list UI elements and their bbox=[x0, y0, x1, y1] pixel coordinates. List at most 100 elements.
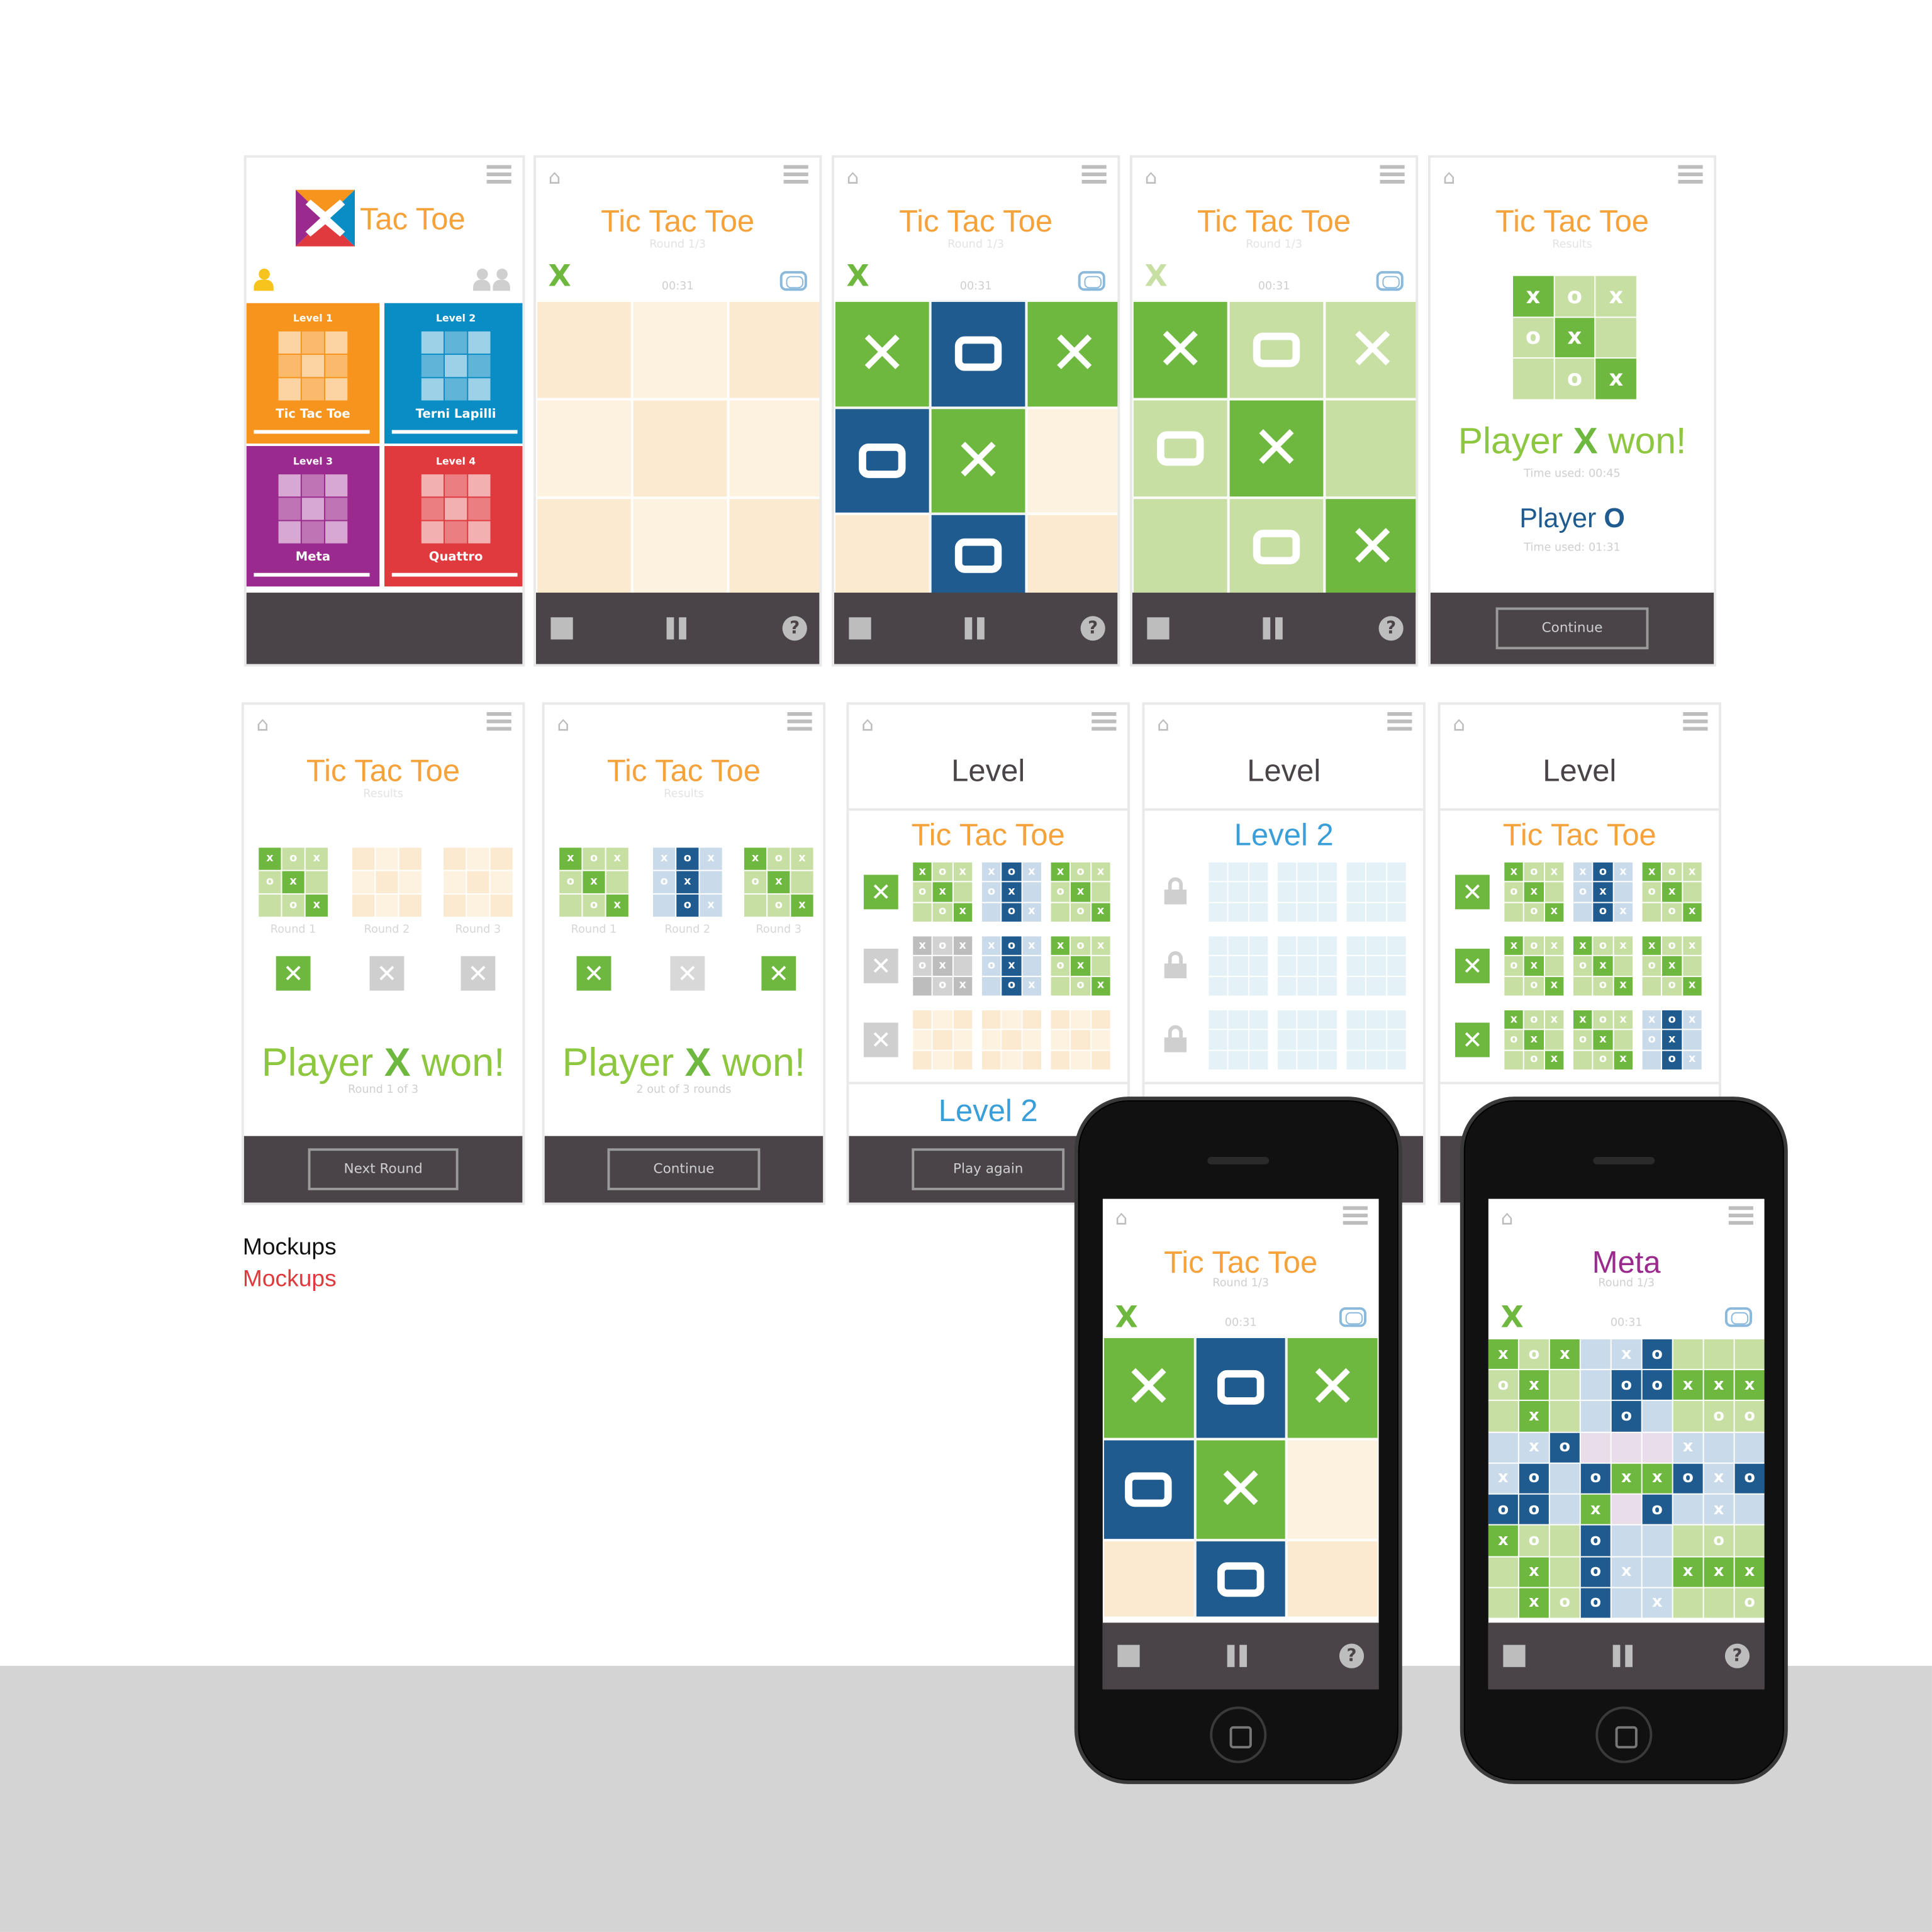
stop-icon[interactable] bbox=[849, 617, 871, 640]
meta-cell[interactable]: x bbox=[1488, 1526, 1518, 1556]
meta-cell[interactable]: o bbox=[1673, 1463, 1703, 1494]
hamburger-icon[interactable] bbox=[1343, 1206, 1368, 1226]
meta-cell[interactable]: x bbox=[1519, 1370, 1549, 1400]
home-icon[interactable]: ⌂ bbox=[256, 712, 278, 735]
hamburger-icon[interactable] bbox=[486, 712, 511, 732]
meta-cell[interactable] bbox=[1642, 1432, 1672, 1463]
meta-cell[interactable] bbox=[1704, 1432, 1734, 1463]
hamburger-icon[interactable] bbox=[486, 165, 511, 184]
home-icon[interactable]: ⌂ bbox=[861, 712, 883, 735]
home-icon[interactable]: ⌂ bbox=[1443, 165, 1465, 188]
hamburger-icon[interactable] bbox=[1387, 712, 1412, 732]
board-cell[interactable] bbox=[1026, 514, 1118, 596]
board-cell[interactable] bbox=[1102, 1438, 1195, 1541]
hamburger-icon[interactable] bbox=[1380, 165, 1405, 184]
meta-cell[interactable]: o bbox=[1519, 1494, 1549, 1525]
board-cell[interactable] bbox=[1195, 1540, 1287, 1618]
help-icon[interactable]: ? bbox=[1724, 1643, 1750, 1668]
board-cell[interactable] bbox=[930, 300, 1027, 408]
meta-cell[interactable]: x bbox=[1519, 1556, 1549, 1587]
meta-cell[interactable]: x bbox=[1580, 1494, 1611, 1525]
pause-icon[interactable] bbox=[1263, 617, 1283, 640]
home-icon[interactable]: ⌂ bbox=[1453, 712, 1475, 735]
level-tile[interactable]: Level 1 Tic Tac Toe bbox=[246, 303, 380, 444]
meta-cell[interactable]: x bbox=[1642, 1588, 1672, 1618]
board-cell[interactable] bbox=[632, 498, 729, 596]
board-cell[interactable]: ✕ bbox=[834, 300, 930, 408]
meta-cell[interactable]: o bbox=[1642, 1494, 1672, 1525]
board-cell[interactable] bbox=[834, 407, 930, 515]
meta-cell[interactable] bbox=[1704, 1339, 1734, 1370]
meta-cell[interactable]: o bbox=[1734, 1588, 1765, 1618]
meta-cell[interactable]: x bbox=[1704, 1494, 1734, 1525]
board-cell[interactable] bbox=[1195, 1336, 1287, 1439]
board-cell[interactable] bbox=[632, 399, 729, 498]
meta-cell[interactable] bbox=[1611, 1588, 1641, 1618]
board-cell[interactable]: ✕ bbox=[930, 407, 1027, 515]
board-cell[interactable] bbox=[1228, 300, 1325, 399]
meta-cell[interactable] bbox=[1580, 1339, 1611, 1370]
meta-cell[interactable]: x bbox=[1673, 1432, 1703, 1463]
meta-cell[interactable]: o bbox=[1519, 1339, 1549, 1370]
meta-cell[interactable]: x bbox=[1704, 1463, 1734, 1494]
meta-cell[interactable] bbox=[1611, 1526, 1641, 1556]
board-cell[interactable] bbox=[1287, 1438, 1379, 1541]
meta-cell[interactable] bbox=[1642, 1556, 1672, 1587]
camera-icon[interactable] bbox=[1078, 271, 1105, 291]
camera-icon[interactable] bbox=[1724, 1307, 1752, 1327]
board-cell[interactable] bbox=[728, 300, 820, 399]
meta-cell[interactable]: o bbox=[1488, 1370, 1518, 1400]
meta-cell[interactable]: o bbox=[1611, 1370, 1641, 1400]
board-cell[interactable] bbox=[535, 498, 632, 596]
meta-cell[interactable]: x bbox=[1673, 1556, 1703, 1587]
home-icon[interactable]: ⌂ bbox=[1144, 165, 1166, 188]
meta-cell[interactable]: o bbox=[1488, 1494, 1518, 1525]
meta-cell[interactable]: o bbox=[1550, 1588, 1580, 1618]
meta-cell[interactable] bbox=[1673, 1588, 1703, 1618]
meta-cell[interactable] bbox=[1611, 1494, 1641, 1525]
meta-cell[interactable]: o bbox=[1642, 1339, 1672, 1370]
board-cell[interactable] bbox=[1132, 399, 1229, 498]
meta-cell[interactable]: o bbox=[1611, 1401, 1641, 1432]
pause-icon[interactable] bbox=[666, 617, 686, 640]
meta-cell[interactable]: x bbox=[1488, 1463, 1518, 1494]
camera-icon[interactable] bbox=[779, 271, 807, 291]
continue-button[interactable]: Continue bbox=[607, 1148, 761, 1190]
level-tile[interactable]: Level 4 Quattro bbox=[384, 445, 523, 587]
board-cell[interactable]: ✕ bbox=[1195, 1438, 1287, 1541]
board-cell[interactable] bbox=[1026, 407, 1118, 515]
meta-cell[interactable]: o bbox=[1734, 1401, 1765, 1432]
help-icon[interactable]: ? bbox=[1339, 1643, 1365, 1668]
board-cell[interactable] bbox=[535, 399, 632, 498]
pause-icon[interactable] bbox=[964, 617, 985, 640]
meta-cell[interactable]: o bbox=[1580, 1526, 1611, 1556]
board-cell[interactable] bbox=[930, 514, 1027, 596]
home-icon[interactable]: ⌂ bbox=[846, 165, 868, 188]
meta-cell[interactable] bbox=[1673, 1526, 1703, 1556]
meta-cell[interactable] bbox=[1673, 1401, 1703, 1432]
meta-cell[interactable] bbox=[1488, 1401, 1518, 1432]
board-cell[interactable] bbox=[834, 514, 930, 596]
pause-icon[interactable] bbox=[1612, 1644, 1633, 1667]
meta-cell[interactable] bbox=[1550, 1370, 1580, 1400]
help-icon[interactable]: ? bbox=[782, 616, 807, 641]
board-cell[interactable] bbox=[1287, 1540, 1379, 1618]
meta-cell[interactable]: o bbox=[1580, 1588, 1611, 1618]
meta-cell[interactable]: x bbox=[1611, 1339, 1641, 1370]
meta-cell[interactable]: o bbox=[1704, 1526, 1734, 1556]
meta-cell[interactable]: x bbox=[1519, 1588, 1549, 1618]
meta-cell[interactable]: o bbox=[1734, 1463, 1765, 1494]
meta-cell[interactable] bbox=[1580, 1370, 1611, 1400]
meta-cell[interactable] bbox=[1550, 1526, 1580, 1556]
hamburger-icon[interactable] bbox=[1081, 165, 1107, 184]
board-cell[interactable]: ✕ bbox=[1026, 300, 1118, 408]
home-icon[interactable]: ⌂ bbox=[1500, 1206, 1522, 1229]
board-cell[interactable] bbox=[1132, 498, 1229, 596]
board-cell[interactable] bbox=[1324, 399, 1416, 498]
meta-cell[interactable] bbox=[1734, 1526, 1765, 1556]
meta-cell[interactable]: x bbox=[1734, 1370, 1765, 1400]
meta-cell[interactable]: x bbox=[1673, 1370, 1703, 1400]
meta-cell[interactable]: x bbox=[1704, 1556, 1734, 1587]
hamburger-icon[interactable] bbox=[783, 165, 808, 184]
board-cell[interactable] bbox=[728, 399, 820, 498]
